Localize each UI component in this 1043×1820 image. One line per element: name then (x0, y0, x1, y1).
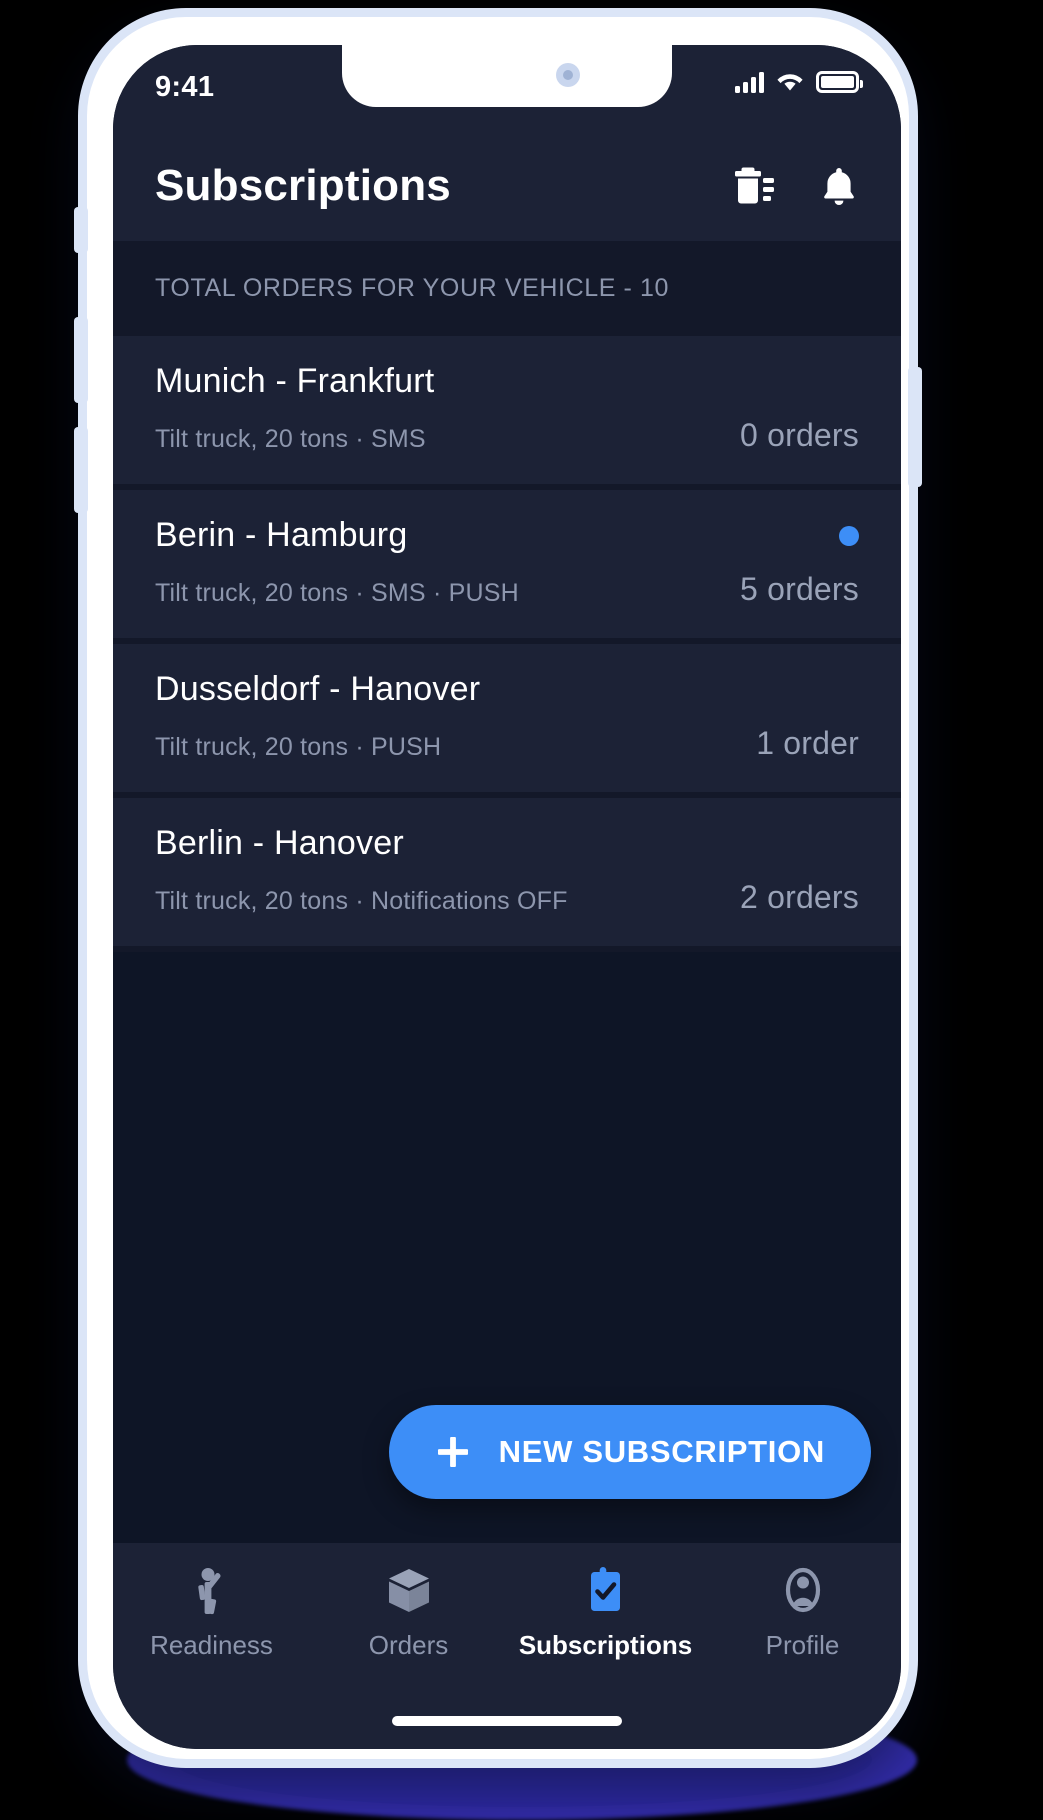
home-indicator[interactable] (392, 1716, 622, 1726)
subscription-details: Tilt truck, 20 tons · SMS · PUSH (155, 579, 519, 607)
subscription-details: Tilt truck, 20 tons · Notifications OFF (155, 887, 568, 915)
subscription-details: Tilt truck, 20 tons · SMS (155, 425, 426, 453)
tab-readiness[interactable]: Readiness (113, 1565, 310, 1661)
section-header: TOTAL ORDERS FOR YOUR VEHICLE - 10 (113, 241, 901, 336)
tab-label: Orders (368, 1630, 449, 1660)
screenshot-stage: 9:41 Subscriptions TOTAL ORDERS FOR YOUR… (0, 0, 1043, 1820)
person-account-icon (785, 1567, 820, 1613)
subscription-route: Berlin - Hanover (155, 824, 404, 862)
row-title-line: Berin - Hamburg (155, 516, 859, 555)
notifications-bell-icon[interactable] (819, 164, 859, 208)
new-subscription-label: NEW SUBSCRIPTION (498, 1434, 825, 1469)
home-indicator-area (113, 1693, 901, 1749)
row-title-line: Berlin - Hanover (155, 824, 859, 863)
row-detail-line: Tilt truck, 20 tons · SMS 0 orders (155, 417, 859, 454)
row-detail-line: Tilt truck, 20 tons · Notifications OFF … (155, 879, 859, 916)
signal-bars-icon (735, 71, 764, 93)
new-subscription-button[interactable]: NEW SUBSCRIPTION (388, 1405, 871, 1499)
delete-list-icon[interactable] (733, 164, 775, 208)
subscription-order-count: 2 orders (740, 879, 859, 915)
row-detail-line: Tilt truck, 20 tons · PUSH 1 order (155, 725, 859, 762)
volume-up-button[interactable] (74, 317, 88, 403)
tab-label: Profile (765, 1630, 840, 1660)
subscription-order-count: 5 orders (740, 571, 859, 607)
status-bar-indicators (735, 71, 863, 93)
subscription-order-count: 1 order (756, 725, 859, 761)
device-notch (342, 45, 672, 107)
app-bar-actions (733, 164, 859, 208)
person-waving-icon (197, 1568, 221, 1615)
subscription-row[interactable]: Munich - Frankfurt Tilt truck, 20 tons ·… (113, 336, 901, 490)
box-package-icon (388, 1569, 429, 1612)
tab-profile[interactable]: Profile (704, 1565, 901, 1661)
volume-down-button[interactable] (74, 427, 88, 513)
subscription-list: Munich - Frankfurt Tilt truck, 20 tons ·… (113, 336, 901, 952)
plus-icon (437, 1437, 468, 1467)
subscription-route: Berin - Hamburg (155, 516, 408, 554)
unread-indicator-dot (839, 525, 859, 546)
phone-screen: 9:41 Subscriptions TOTAL ORDERS FOR YOUR… (113, 45, 901, 1749)
bottom-tab-bar: Readiness Orders Subscriptions Profile (113, 1543, 901, 1693)
subscription-details: Tilt truck, 20 tons · PUSH (155, 733, 442, 761)
row-detail-line: Tilt truck, 20 tons · SMS · PUSH 5 order… (155, 571, 859, 608)
subscription-row[interactable]: Berlin - Hanover Tilt truck, 20 tons · N… (113, 798, 901, 952)
content-empty-area: NEW SUBSCRIPTION (113, 952, 901, 1543)
app-bar: Subscriptions (113, 131, 901, 241)
battery-icon (816, 71, 863, 93)
subscription-route: Dusseldorf - Hanover (155, 670, 481, 708)
tab-orders[interactable]: Orders (310, 1565, 507, 1661)
subscription-row[interactable]: Dusseldorf - Hanover Tilt truck, 20 tons… (113, 644, 901, 798)
subscription-row[interactable]: Berin - Hamburg Tilt truck, 20 tons · SM… (113, 490, 901, 644)
section-header-label: TOTAL ORDERS FOR YOUR VEHICLE - 10 (155, 274, 670, 302)
mute-switch-button[interactable] (74, 207, 88, 253)
tab-label: Readiness (150, 1630, 273, 1660)
phone-device-frame: 9:41 Subscriptions TOTAL ORDERS FOR YOUR… (74, 8, 922, 1768)
status-bar: 9:41 (113, 45, 901, 131)
wifi-icon (777, 74, 803, 91)
subscription-order-count: 0 orders (740, 417, 859, 453)
row-title-line: Munich - Frankfurt (155, 362, 859, 401)
status-bar-clock: 9:41 (155, 71, 215, 103)
subscription-route: Munich - Frankfurt (155, 362, 435, 400)
page-title: Subscriptions (155, 161, 451, 210)
tab-label: Subscriptions (518, 1630, 693, 1660)
clipboard-check-icon (590, 1567, 620, 1611)
row-title-line: Dusseldorf - Hanover (155, 670, 859, 709)
tab-subscriptions[interactable]: Subscriptions (507, 1565, 704, 1661)
power-button[interactable] (908, 367, 922, 487)
front-camera-icon (556, 63, 580, 87)
